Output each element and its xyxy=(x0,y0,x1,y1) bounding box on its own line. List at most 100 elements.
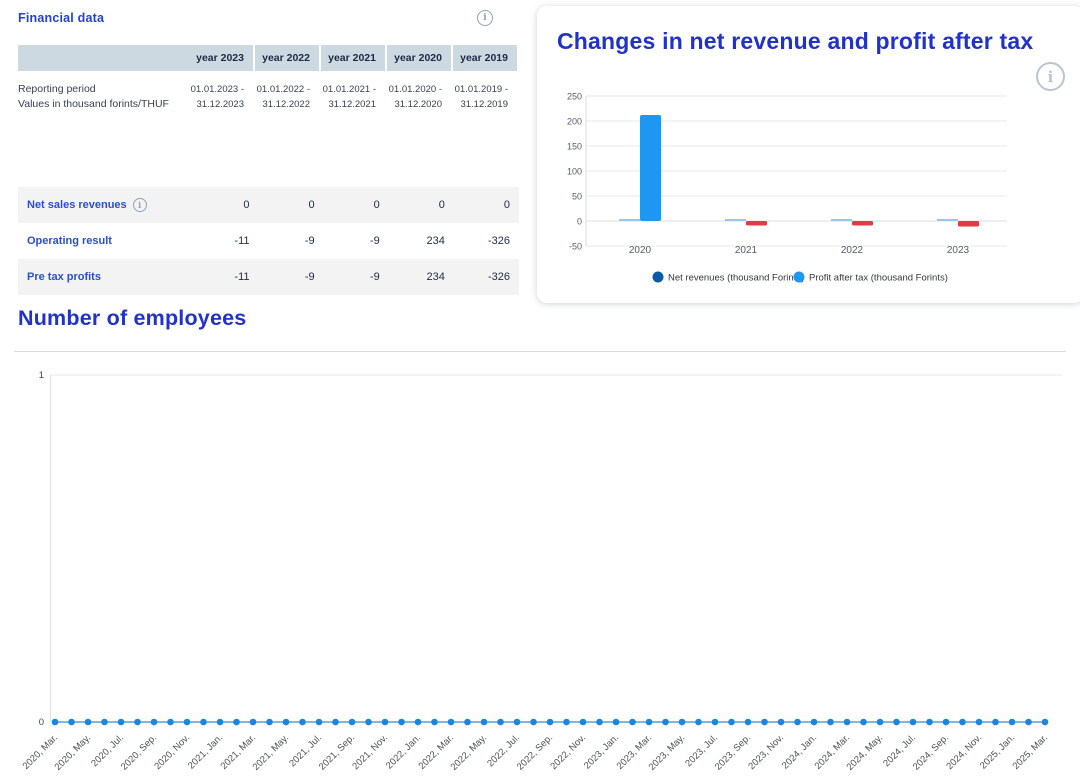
employees-point[interactable] xyxy=(151,719,158,726)
employees-point[interactable] xyxy=(514,719,521,726)
employees-point[interactable] xyxy=(217,719,224,726)
employees-point[interactable] xyxy=(547,719,554,726)
employees-point[interactable] xyxy=(976,719,983,726)
axis-label: 2020 xyxy=(629,245,652,256)
table-cell: -9 xyxy=(324,271,389,283)
employees-point[interactable] xyxy=(167,719,174,726)
employees-point[interactable] xyxy=(811,719,818,726)
employees-point[interactable] xyxy=(431,719,438,726)
employees-point[interactable] xyxy=(52,719,59,726)
employees-point[interactable] xyxy=(778,719,785,726)
legend-dot-net-revenues[interactable] xyxy=(653,272,664,283)
axis-label: 2022 xyxy=(841,245,864,256)
employees-point[interactable] xyxy=(464,719,471,726)
employees-point[interactable] xyxy=(662,719,669,726)
bar-net-revenues-2021[interactable] xyxy=(725,219,746,221)
employees-point[interactable] xyxy=(827,719,834,726)
table-spacer xyxy=(18,124,519,187)
employees-point[interactable] xyxy=(613,719,620,726)
axis-label: 0 xyxy=(39,717,44,728)
employees-point[interactable] xyxy=(893,719,900,726)
financial-table: year 2023year 2022year 2021year 2020year… xyxy=(18,45,519,295)
employees-point[interactable] xyxy=(316,719,323,726)
employees-point[interactable] xyxy=(910,719,917,726)
employees-point[interactable] xyxy=(497,719,504,726)
axis-label: 2020, Sep. xyxy=(119,732,159,772)
employees-point[interactable] xyxy=(679,719,686,726)
employees-point[interactable] xyxy=(134,719,141,726)
employees-point[interactable] xyxy=(299,719,306,726)
employees-point[interactable] xyxy=(629,719,636,726)
employees-point[interactable] xyxy=(728,719,735,726)
employees-point[interactable] xyxy=(448,719,455,726)
employees-point[interactable] xyxy=(250,719,257,726)
table-cell: -326 xyxy=(454,235,519,247)
reporting-period-label: Reporting periodValues in thousand forin… xyxy=(18,82,187,124)
financial-data-panel: Financial data i year 2023year 2022year … xyxy=(0,0,537,26)
info-icon[interactable]: i xyxy=(477,10,493,26)
employees-point[interactable] xyxy=(266,719,273,726)
employees-point[interactable] xyxy=(530,719,537,726)
employees-point[interactable] xyxy=(1042,719,1049,726)
axis-label: 2024, May. xyxy=(845,732,886,773)
axis-label: Net revenues (thousand Forints) xyxy=(668,273,804,284)
employees-point[interactable] xyxy=(415,719,422,726)
employees-point[interactable] xyxy=(794,719,801,726)
axis-label: 150 xyxy=(567,142,582,152)
axis-label: 2022, Nov. xyxy=(548,732,588,772)
info-icon[interactable]: i xyxy=(133,198,147,212)
employees-point[interactable] xyxy=(382,719,389,726)
employees-point[interactable] xyxy=(481,719,488,726)
employees-point[interactable] xyxy=(283,719,290,726)
employees-point[interactable] xyxy=(1009,719,1016,726)
employees-point[interactable] xyxy=(118,719,125,726)
axis-label: 2023, Sep. xyxy=(713,732,753,772)
employees-point[interactable] xyxy=(580,719,587,726)
axis-label: 2020, Nov. xyxy=(152,732,192,772)
employees-point[interactable] xyxy=(349,719,356,726)
employees-point[interactable] xyxy=(745,719,752,726)
bar-net-revenues-2020[interactable] xyxy=(619,219,640,221)
revenue-profit-chart: 250200150100500-502020202120222023Net re… xyxy=(537,6,1080,303)
column-header: year 2023 xyxy=(187,45,253,71)
employees-point[interactable] xyxy=(1025,719,1032,726)
employees-point[interactable] xyxy=(877,719,884,726)
employees-point[interactable] xyxy=(926,719,933,726)
revenue-chart-card: Changes in net revenue and profit after … xyxy=(537,6,1080,303)
employees-point[interactable] xyxy=(712,719,719,726)
employees-point[interactable] xyxy=(860,719,867,726)
axis-label: 1 xyxy=(39,370,44,381)
employees-point[interactable] xyxy=(184,719,191,726)
table-cell: -9 xyxy=(259,271,324,283)
row-label: Pre tax profits xyxy=(18,271,193,283)
table-cell: -9 xyxy=(259,235,324,247)
bar-profit-after-tax-2022[interactable] xyxy=(852,221,873,226)
bar-net-revenues-2023[interactable] xyxy=(937,219,958,221)
employees-point[interactable] xyxy=(844,719,851,726)
reporting-period-value: 01.01.2020 -31.12.2020 xyxy=(385,82,451,124)
employees-point[interactable] xyxy=(695,719,702,726)
employees-point[interactable] xyxy=(200,719,207,726)
employees-point[interactable] xyxy=(646,719,653,726)
employees-point[interactable] xyxy=(398,719,405,726)
employees-point[interactable] xyxy=(563,719,570,726)
employees-point[interactable] xyxy=(596,719,603,726)
bar-profit-after-tax-2023[interactable] xyxy=(958,221,979,227)
employees-point[interactable] xyxy=(761,719,768,726)
legend-dot-profit-after-tax[interactable] xyxy=(794,272,805,283)
employees-point[interactable] xyxy=(85,719,92,726)
employees-point[interactable] xyxy=(233,719,240,726)
employees-point[interactable] xyxy=(959,719,966,726)
employees-point[interactable] xyxy=(943,719,950,726)
employees-point[interactable] xyxy=(68,719,75,726)
employees-point[interactable] xyxy=(365,719,372,726)
employees-point[interactable] xyxy=(332,719,339,726)
employees-point[interactable] xyxy=(101,719,108,726)
bar-net-revenues-2022[interactable] xyxy=(831,219,852,221)
table-cell: 0 xyxy=(193,199,258,211)
bar-profit-after-tax-2020[interactable] xyxy=(640,115,661,221)
axis-label: 2022, Sep. xyxy=(515,732,555,772)
axis-label: 0 xyxy=(577,217,582,227)
employees-point[interactable] xyxy=(992,719,999,726)
bar-profit-after-tax-2021[interactable] xyxy=(746,221,767,226)
